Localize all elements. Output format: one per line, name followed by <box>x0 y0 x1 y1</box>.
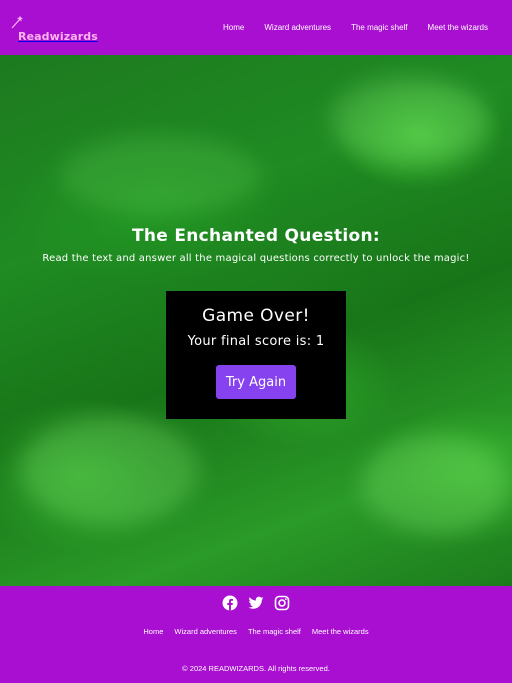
nav-magic-shelf[interactable]: The magic shelf <box>351 23 407 32</box>
game-over-panel: Game Over! Your final score is: 1 Try Ag… <box>166 291 346 419</box>
copyright-text: © 2024 READWIZARDS. All rights reserved. <box>182 664 330 673</box>
try-again-button[interactable]: Try Again <box>216 365 296 399</box>
facebook-icon[interactable] <box>222 595 238 611</box>
smoke-decoration <box>330 75 490 165</box>
site-header: Readwizards Home Wizard adventures The m… <box>0 0 512 55</box>
main-nav: Home Wizard adventures The magic shelf M… <box>223 23 488 32</box>
nav-home[interactable]: Home <box>223 23 244 32</box>
footer-nav-home[interactable]: Home <box>143 627 163 636</box>
smoke-decoration <box>60 135 260 215</box>
page-subtitle: Read the text and answer all the magical… <box>42 253 470 264</box>
footer-nav-magic-shelf[interactable]: The magic shelf <box>248 627 301 636</box>
site-footer: Home Wizard adventures The magic shelf M… <box>0 586 512 683</box>
wand-icon <box>11 15 23 28</box>
social-links <box>0 595 512 611</box>
smoke-decoration <box>360 435 510 535</box>
footer-nav-meet-wizards[interactable]: Meet the wizards <box>312 627 369 636</box>
footer-nav-wizard-adventures[interactable]: Wizard adventures <box>174 627 237 636</box>
page-title: The Enchanted Question: <box>132 226 380 246</box>
twitter-icon[interactable] <box>248 595 264 611</box>
hero-section: The Enchanted Question: Read the text an… <box>0 55 512 586</box>
nav-wizard-adventures[interactable]: Wizard adventures <box>264 23 331 32</box>
site-logo[interactable]: Readwizards <box>10 13 98 43</box>
game-status: Game Over! <box>202 306 310 326</box>
final-score: Your final score is: 1 <box>187 334 325 349</box>
footer-nav: Home Wizard adventures The magic shelf M… <box>0 627 512 636</box>
instagram-icon[interactable] <box>274 595 290 611</box>
logo-text: Readwizards <box>18 29 98 43</box>
nav-meet-wizards[interactable]: Meet the wizards <box>428 23 488 32</box>
smoke-decoration <box>20 415 200 525</box>
